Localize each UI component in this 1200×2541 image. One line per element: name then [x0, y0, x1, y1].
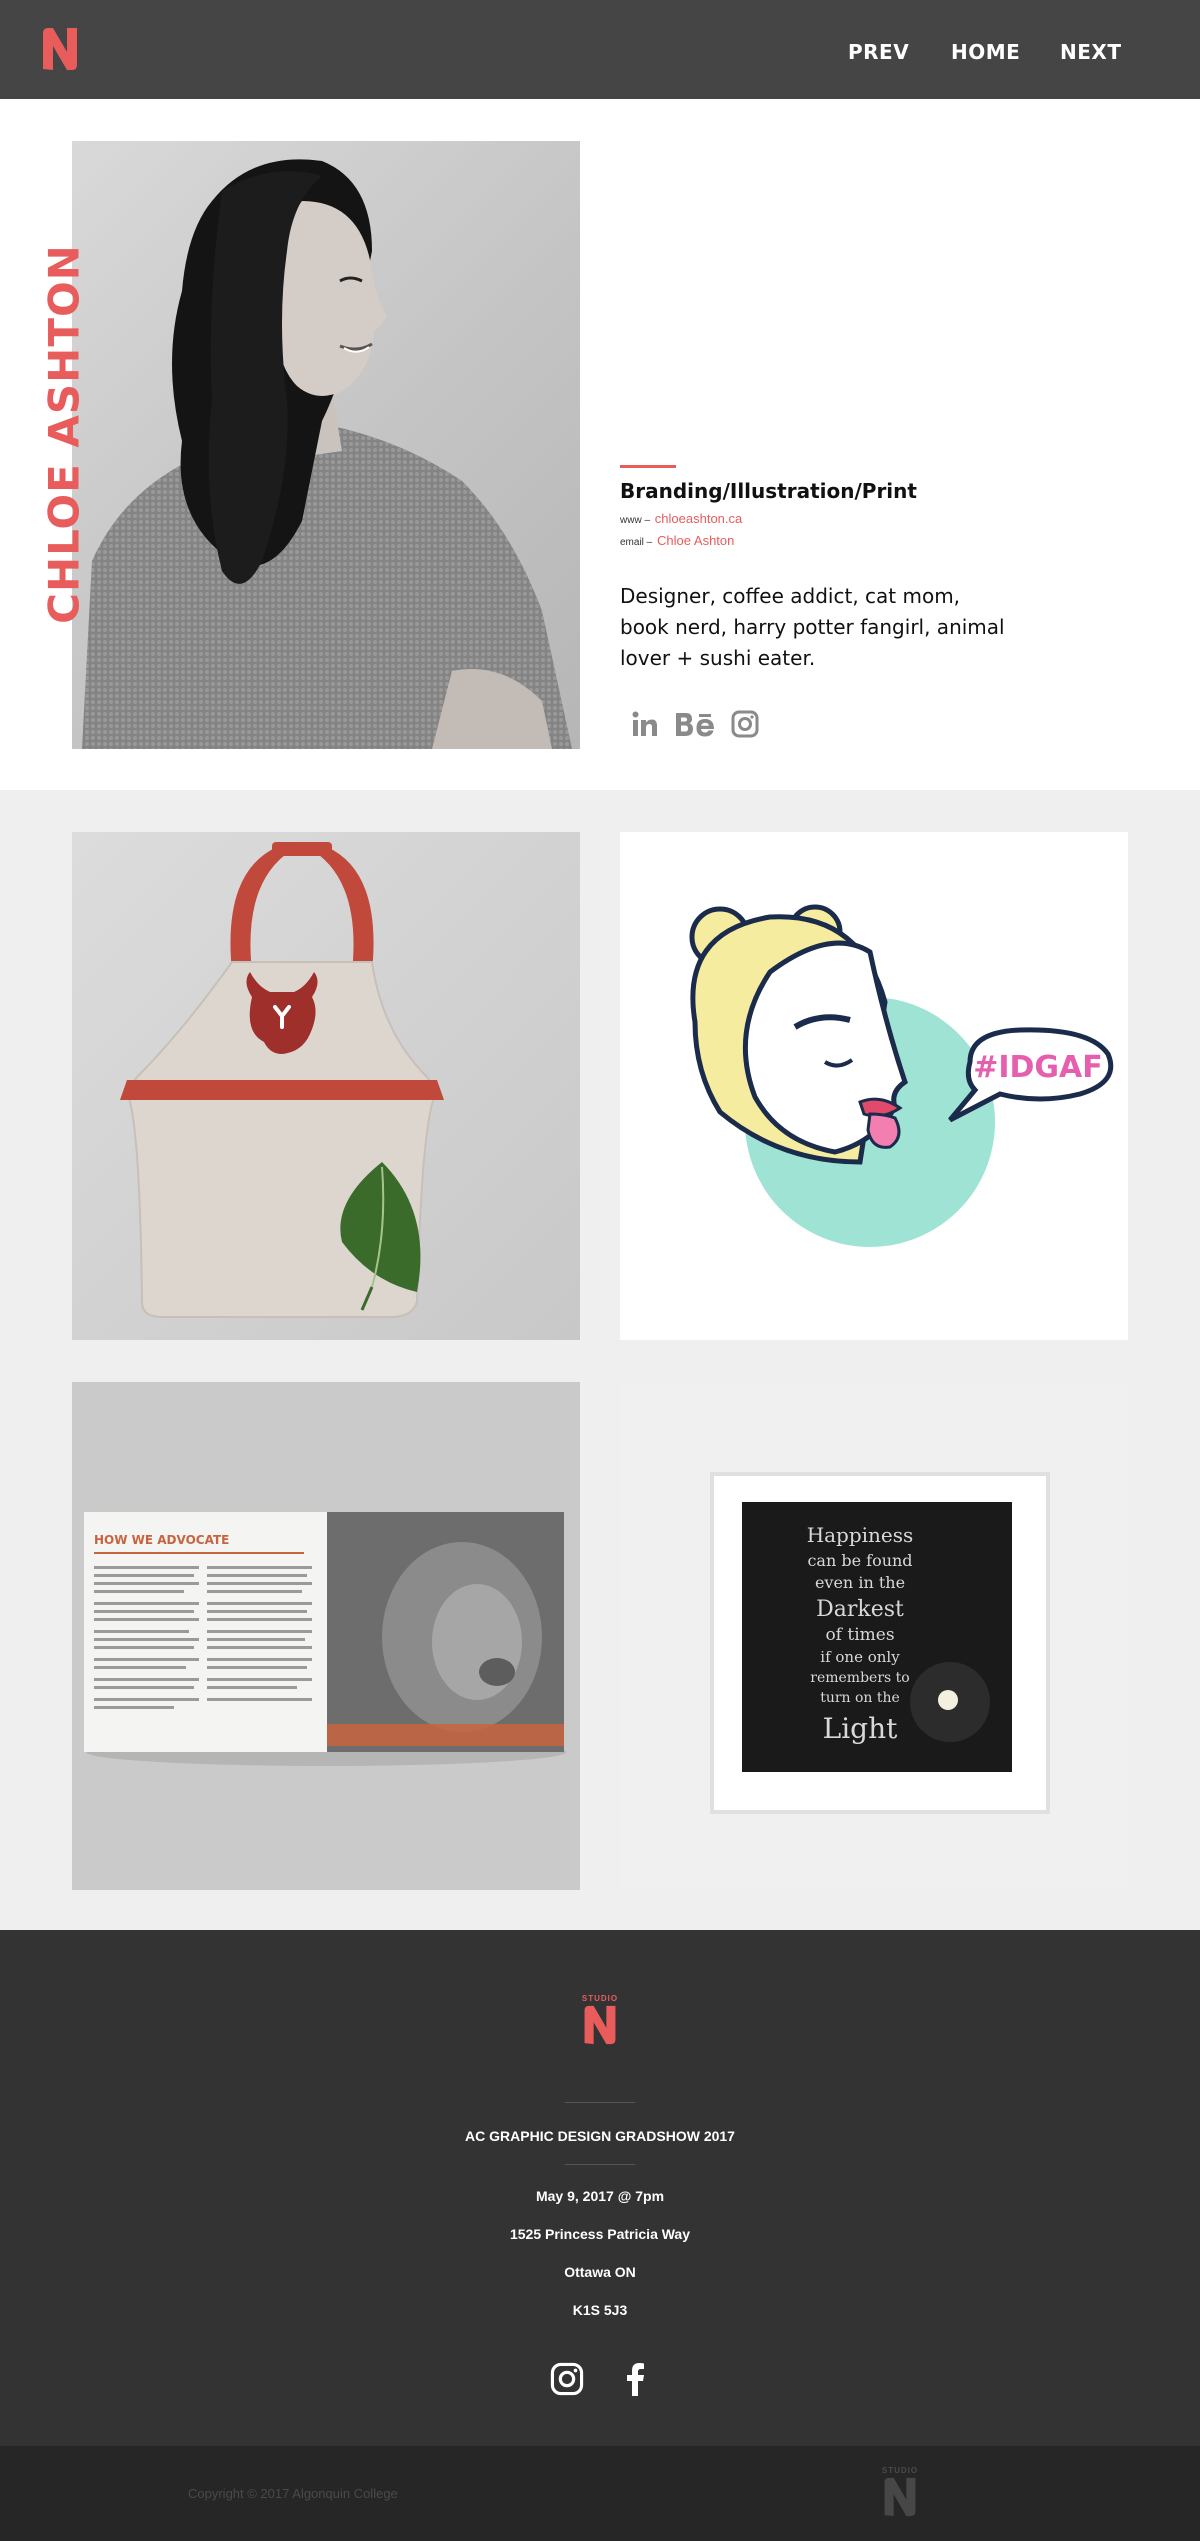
print-line-8: turn on the — [820, 1690, 900, 1706]
print-line-4: Darkest — [816, 1597, 904, 1622]
footer-logo-studio: STUDIO — [581, 1994, 619, 2003]
idgaf-text: #IDGAF — [973, 1050, 1103, 1085]
gallery-item-framed-print[interactable]: Happiness can be found even in the Darke… — [620, 1382, 1128, 1890]
site-header: PREV HOME NEXT — [0, 0, 1200, 99]
print-line-2: can be found — [807, 1551, 912, 1570]
linkedin-icon[interactable] — [628, 707, 662, 741]
copyright-text: Copyright © 2017 Algonquin College — [188, 2486, 398, 2501]
nav-prev-link[interactable]: PREV — [848, 40, 909, 64]
gallery-item-idgaf[interactable]: #IDGAF — [620, 832, 1128, 1340]
footer-n-logo — [584, 2005, 616, 2045]
portfolio-gallery: #IDGAF HOW WE ADVOCATE Happiness can be … — [0, 790, 1200, 1930]
print-line-6: if one only — [820, 1648, 900, 1666]
email-label: email – — [620, 537, 653, 548]
sub-footer-logo-studio: STUDIO — [881, 2466, 919, 2475]
event-postal: K1S 5J3 — [572, 2302, 628, 2318]
email-row: email – Chloe Ashton — [620, 533, 734, 548]
brochure-mockup-image: HOW WE ADVOCATE — [72, 1382, 580, 1890]
print-line-7: remembers to — [810, 1670, 909, 1686]
footer-divider-top — [565, 2102, 635, 2103]
portrait-photo — [72, 141, 580, 749]
brochure-heading: HOW WE ADVOCATE — [94, 1533, 229, 1547]
nav-next-link[interactable]: NEXT — [1060, 40, 1121, 64]
footer-instagram-icon[interactable] — [550, 2362, 584, 2396]
sub-footer-n-logo — [884, 2477, 916, 2517]
event-title: AC GRAPHIC DESIGN GRADSHOW 2017 — [465, 2128, 735, 2144]
website-link[interactable]: chloeashton.ca — [655, 511, 742, 526]
profile-section: CHLOE ASHTON Branding/Illustration/Print… — [0, 99, 1200, 790]
gallery-item-apron[interactable] — [72, 832, 580, 1340]
print-line-5: of times — [825, 1625, 894, 1645]
footer-facebook-icon[interactable] — [620, 2362, 650, 2396]
event-date: May 9, 2017 @ 7pm — [535, 2188, 665, 2204]
idgaf-illustration-image: #IDGAF — [689, 904, 1114, 1247]
discipline-heading: Branding/Illustration/Print — [620, 479, 917, 503]
website-row: www – chloeashton.ca — [620, 511, 742, 526]
designer-bio: Designer, coffee addict, cat mom, book n… — [620, 584, 1005, 670]
nav-home-link[interactable]: HOME — [951, 40, 1020, 64]
print-line-9: Light — [823, 1712, 899, 1745]
print-line-1: Happiness — [807, 1523, 914, 1547]
email-link[interactable]: Chloe Ashton — [657, 533, 734, 548]
event-street: 1525 Princess Patricia Way — [509, 2226, 691, 2242]
framed-print-image: Happiness can be found even in the Darke… — [620, 1382, 1128, 1890]
gallery-item-brochure[interactable]: HOW WE ADVOCATE — [72, 1382, 580, 1890]
footer-logo: STUDIO — [580, 1994, 620, 2045]
website-label: www – — [620, 515, 651, 526]
sub-footer: Copyright © 2017 Algonquin College STUDI… — [0, 2446, 1200, 2541]
behance-icon[interactable] — [674, 707, 716, 741]
apron-mockup-image — [72, 832, 580, 1340]
event-city: Ottawa ON — [564, 2264, 636, 2280]
sub-footer-logo: STUDIO — [880, 2466, 920, 2517]
print-line-3: even in the — [815, 1573, 905, 1592]
instagram-icon[interactable] — [728, 707, 762, 741]
designer-name-vertical: CHLOE ASHTON — [39, 244, 89, 624]
studio-n-logo[interactable] — [42, 27, 78, 71]
footer-divider-bottom — [565, 2164, 635, 2165]
accent-divider — [620, 465, 676, 468]
site-footer: STUDIO AC GRAPHIC DESIGN GRADSHOW 2017 M… — [0, 1930, 1200, 2446]
